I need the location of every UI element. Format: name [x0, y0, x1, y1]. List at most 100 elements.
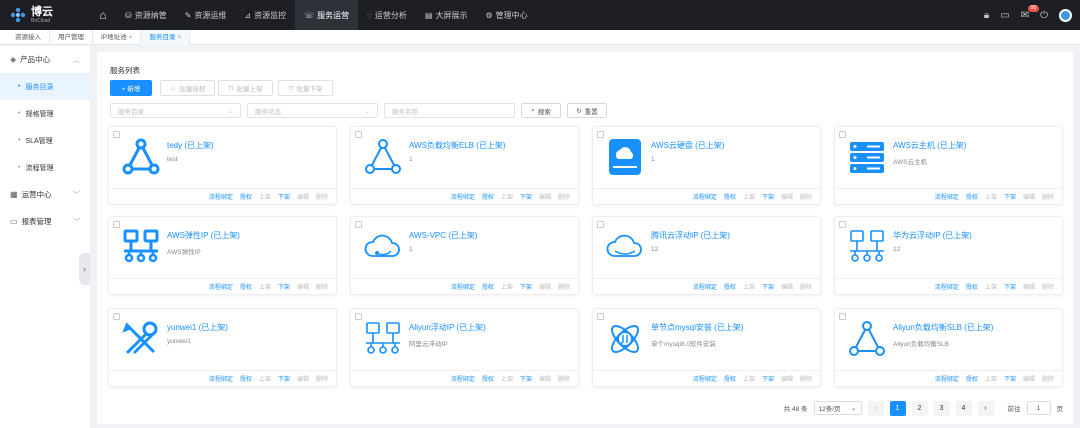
service-card[interactable]: yunwei1 (已上架) yunwei1 流程绑定 授权 上架 下架 编辑 删除	[108, 308, 337, 387]
card-checkbox[interactable]	[839, 313, 846, 320]
card-action-down[interactable]: 下架	[1004, 374, 1016, 383]
card-action-down[interactable]: 下架	[278, 374, 290, 383]
card-action-grant[interactable]: 授权	[724, 282, 736, 291]
card-action-delete[interactable]: 删除	[1042, 192, 1054, 201]
card-action-delete[interactable]: 删除	[800, 192, 812, 201]
nav-admin-center[interactable]: ⚙ 管理中心	[476, 0, 536, 30]
card-title[interactable]: 单节点mysql安装 (已上架)	[651, 322, 743, 333]
service-card[interactable]: Aliyun浮动IP (已上架) 阿里云浮动IP 流程绑定 授权 上架 下架 编辑 删除	[350, 308, 579, 387]
search-button[interactable]: ⌕ 搜索	[521, 103, 561, 118]
card-action-flow[interactable]: 流程绑定	[935, 374, 959, 383]
card-action-flow[interactable]: 流程绑定	[451, 282, 475, 291]
service-card[interactable]: AWS弹性IP (已上架) AWS弹性IP 流程绑定 授权 上架 下架 编辑 删除	[108, 216, 337, 295]
page-button[interactable]: 3	[933, 400, 950, 416]
card-checkbox[interactable]	[839, 131, 846, 138]
card-action-down[interactable]: 下架	[762, 282, 774, 291]
card-action-down[interactable]: 下架	[278, 192, 290, 201]
card-action-down[interactable]: 下架	[520, 374, 532, 383]
nav-service-ops[interactable]: ☏ 服务运营	[295, 0, 359, 30]
sidebar-item-flow-management[interactable]: • 流程管理	[0, 154, 90, 181]
sidebar-collapse-handle[interactable]: ›	[79, 253, 90, 285]
close-icon[interactable]: ×	[177, 34, 181, 41]
service-card[interactable]: 华为云浮动IP (已上架) 12 流程绑定 授权 上架 下架 编辑 删除	[834, 216, 1063, 295]
card-action-up[interactable]: 上架	[501, 374, 513, 383]
batch-grant-button[interactable]: ☺ 批量授权	[160, 80, 215, 96]
card-action-delete[interactable]: 删除	[1042, 282, 1054, 291]
logo[interactable]: 博云 BoCloud	[0, 0, 90, 30]
card-action-up[interactable]: 上架	[259, 192, 271, 201]
card-action-grant[interactable]: 授权	[240, 374, 252, 383]
page-button[interactable]: 4	[955, 400, 972, 416]
mail-icon[interactable]: ✉ 90	[1021, 4, 1040, 21]
card-action-up[interactable]: 上架	[501, 282, 513, 291]
avatar[interactable]	[1059, 8, 1072, 22]
card-action-edit[interactable]: 编辑	[1023, 192, 1035, 201]
card-checkbox[interactable]	[355, 131, 362, 138]
card-action-down[interactable]: 下架	[1004, 282, 1016, 291]
card-action-grant[interactable]: 授权	[482, 192, 494, 201]
sidebar-group-ops-center[interactable]: ▦ 运营中心 ﹀	[0, 181, 90, 208]
card-action-edit[interactable]: 编辑	[297, 374, 309, 383]
card-action-up[interactable]: 上架	[985, 282, 997, 291]
card-action-flow[interactable]: 流程绑定	[693, 374, 717, 383]
nav-resource-ops[interactable]: ✎ 资源运维	[176, 0, 236, 30]
card-action-down[interactable]: 下架	[1004, 192, 1016, 201]
card-action-grant[interactable]: 授权	[482, 374, 494, 383]
card-action-down[interactable]: 下架	[278, 282, 290, 291]
card-action-up[interactable]: 上架	[259, 282, 271, 291]
service-card[interactable]: 腾讯云浮动IP (已上架) 12 流程绑定 授权 上架 下架 编辑 删除	[592, 216, 821, 295]
close-icon[interactable]: ×	[129, 34, 133, 41]
card-action-up[interactable]: 上架	[743, 374, 755, 383]
sidebar-item-service-catalog[interactable]: • 服务目录	[0, 73, 90, 100]
service-card[interactable]: 单节点mysql安装 (已上架) 单个mysql8.0软件安装 流程绑定 授权 上架 下架…	[592, 308, 821, 387]
card-title[interactable]: Aliyun浮动IP (已上架)	[409, 322, 486, 333]
card-action-grant[interactable]: 授权	[482, 282, 494, 291]
nav-ops-analysis[interactable]: ◌ 运营分析	[358, 0, 416, 30]
card-checkbox[interactable]	[113, 313, 120, 320]
card-action-grant[interactable]: 授权	[240, 192, 252, 201]
card-action-delete[interactable]: 删除	[316, 192, 328, 201]
catalog-select[interactable]: 服务目录 ⌄	[110, 103, 241, 118]
service-card[interactable]: Aliyun负载均衡SLB (已上架) Aliyun负载均衡SLB 流程绑定 授权 上架…	[834, 308, 1063, 387]
card-title[interactable]: AWS云硬盘 (已上架)	[651, 140, 724, 151]
card-action-up[interactable]: 上架	[743, 282, 755, 291]
card-action-flow[interactable]: 流程绑定	[451, 374, 475, 383]
exit-icon[interactable]: ⏻	[1040, 10, 1048, 21]
nav-resource-monitor[interactable]: ⊿ 资源监控	[235, 0, 295, 30]
card-checkbox[interactable]	[113, 221, 120, 228]
card-action-flow[interactable]: 流程绑定	[209, 282, 233, 291]
service-card[interactable]: AWS负载均衡ELB (已上架) 1 流程绑定 授权 上架 下架 编辑 删除	[350, 126, 579, 205]
card-action-down[interactable]: 下架	[762, 192, 774, 201]
card-action-grant[interactable]: 授权	[724, 192, 736, 201]
card-action-flow[interactable]: 流程绑定	[935, 282, 959, 291]
sidebar-group-reports[interactable]: ▭ 报表管理 ﹀	[0, 208, 90, 235]
card-checkbox[interactable]	[839, 221, 846, 228]
card-action-edit[interactable]: 编辑	[297, 282, 309, 291]
card-action-up[interactable]: 上架	[501, 192, 513, 201]
card-action-edit[interactable]: 编辑	[781, 374, 793, 383]
batch-up-button[interactable]: ⊓ 批量上架	[218, 80, 273, 96]
card-title[interactable]: AWS-VPC (已上架)	[409, 230, 478, 241]
card-action-delete[interactable]: 删除	[316, 282, 328, 291]
card-title[interactable]: AWS云主机 (已上架)	[893, 140, 966, 151]
card-action-delete[interactable]: 删除	[558, 374, 570, 383]
card-action-flow[interactable]: 流程绑定	[209, 374, 233, 383]
card-action-flow[interactable]: 流程绑定	[209, 192, 233, 201]
sidebar-item-spec-management[interactable]: • 规格管理	[0, 100, 90, 127]
card-action-edit[interactable]: 编辑	[781, 192, 793, 201]
lock-icon[interactable]: 🔒︎	[984, 10, 989, 21]
sidebar-group-product-center[interactable]: ◈ 产品中心 ︿	[0, 46, 90, 73]
card-action-flow[interactable]: 流程绑定	[451, 192, 475, 201]
card-action-down[interactable]: 下架	[762, 374, 774, 383]
card-action-grant[interactable]: 授权	[724, 374, 736, 383]
card-action-down[interactable]: 下架	[520, 192, 532, 201]
page-size-select[interactable]: 12条/页 ⌄	[813, 401, 862, 415]
next-page-button[interactable]: ›	[977, 400, 994, 416]
card-title[interactable]: yunwei1 (已上架)	[167, 322, 228, 333]
card-action-flow[interactable]: 流程绑定	[935, 192, 959, 201]
service-card[interactable]: AWS云硬盘 (已上架) 1 流程绑定 授权 上架 下架 编辑 删除	[592, 126, 821, 205]
card-action-grant[interactable]: 授权	[240, 282, 252, 291]
card-action-up[interactable]: 上架	[985, 192, 997, 201]
card-action-flow[interactable]: 流程绑定	[693, 282, 717, 291]
card-title[interactable]: 腾讯云浮动IP (已上架)	[651, 230, 730, 241]
